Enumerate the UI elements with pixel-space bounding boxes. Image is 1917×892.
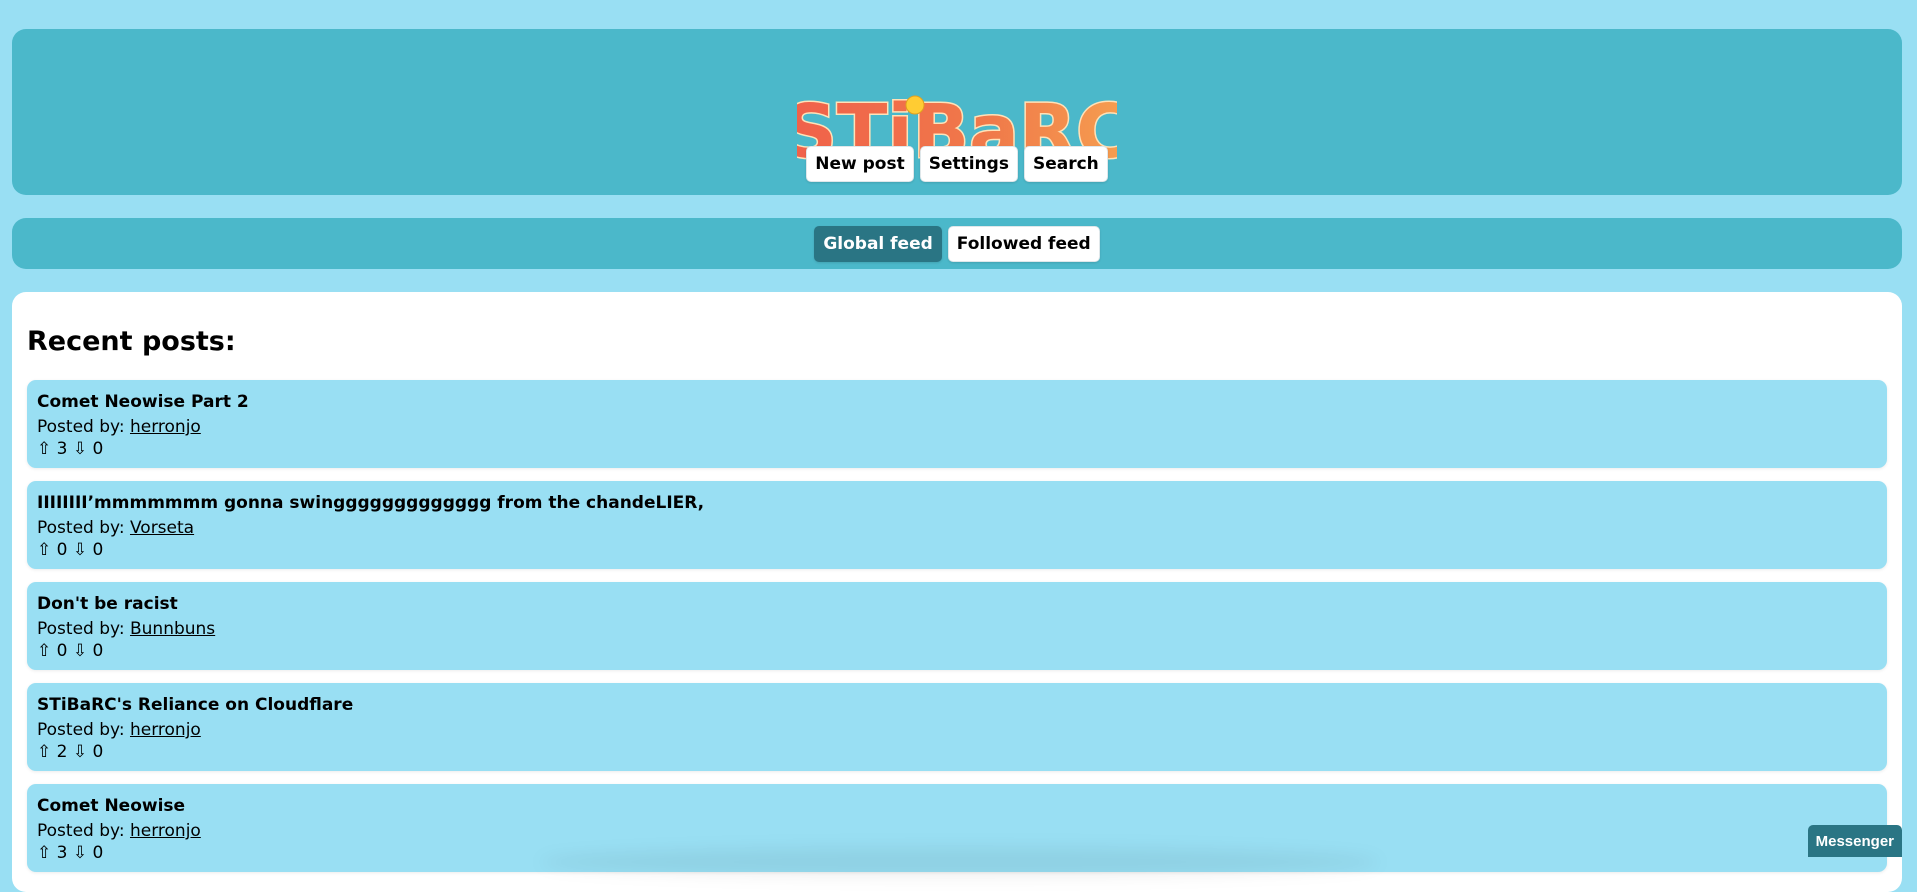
posted-by-label: Posted by: — [37, 821, 125, 841]
downvote-icon: ⇩ — [72, 439, 88, 459]
author-link[interactable]: Vorseta — [130, 518, 194, 538]
main-content: Recent posts: Comet Neowise Part 2 Poste… — [12, 292, 1902, 892]
tab-followed-feed[interactable]: Followed feed — [947, 225, 1100, 262]
upvote-count: 0 — [56, 540, 68, 560]
posted-by-label: Posted by: — [37, 720, 125, 740]
downvote-icon: ⇩ — [72, 641, 88, 661]
upvote-icon: ⇧ — [37, 641, 52, 661]
post-title[interactable]: STiBaRC's Reliance on Cloudflare — [37, 694, 1877, 718]
posted-by-label: Posted by: — [37, 619, 125, 639]
post-title[interactable]: Don't be racist — [37, 593, 1877, 617]
posted-by-label: Posted by: — [37, 417, 125, 437]
tab-global-feed[interactable]: Global feed — [814, 225, 942, 262]
downvote-icon: ⇩ — [72, 843, 88, 863]
site-header: STiBaRC New post Settings Search — [12, 29, 1902, 195]
post-author: Posted by: herronjo — [37, 416, 1877, 438]
post-card[interactable]: Don't be racist Posted by: Bunnbuns ⇧ 0 … — [27, 582, 1887, 670]
downvote-count: 0 — [92, 439, 104, 459]
upvote-icon: ⇧ — [37, 843, 52, 863]
messenger-button[interactable]: Messenger — [1807, 825, 1902, 857]
bottom-shadow — [540, 847, 1380, 877]
post-list: Comet Neowise Part 2 Posted by: herronjo… — [27, 380, 1887, 885]
post-card[interactable]: STiBaRC's Reliance on Cloudflare Posted … — [27, 683, 1887, 771]
post-author: Posted by: Vorseta — [37, 517, 1877, 539]
post-author: Posted by: Bunnbuns — [37, 618, 1877, 640]
author-link[interactable]: herronjo — [130, 417, 201, 437]
settings-button[interactable]: Settings — [919, 146, 1018, 182]
downvote-count: 0 — [92, 843, 104, 863]
header-nav: New post Settings Search — [12, 146, 1902, 182]
upvote-count: 2 — [56, 742, 68, 762]
post-votes: ⇧ 3 ⇩ 0 — [37, 438, 1877, 460]
upvote-count: 3 — [56, 439, 68, 459]
upvote-count: 0 — [56, 641, 68, 661]
downvote-icon: ⇩ — [72, 540, 88, 560]
downvote-count: 0 — [92, 641, 104, 661]
downvote-icon: ⇩ — [72, 742, 88, 762]
post-title[interactable]: Comet Neowise Part 2 — [37, 391, 1877, 415]
author-link[interactable]: Bunnbuns — [130, 619, 215, 639]
post-votes: ⇧ 2 ⇩ 0 — [37, 741, 1877, 763]
author-link[interactable]: herronjo — [130, 821, 201, 841]
post-votes: ⇧ 0 ⇩ 0 — [37, 640, 1877, 662]
post-author: Posted by: herronjo — [37, 820, 1877, 842]
search-button[interactable]: Search — [1023, 146, 1108, 182]
posted-by-label: Posted by: — [37, 518, 125, 538]
post-votes: ⇧ 0 ⇩ 0 — [37, 539, 1877, 561]
author-link[interactable]: herronjo — [130, 720, 201, 740]
page-title: Recent posts: — [27, 326, 236, 357]
new-post-button[interactable]: New post — [806, 146, 914, 182]
downvote-count: 0 — [92, 540, 104, 560]
feed-tabs: Global feed Followed feed — [12, 218, 1902, 269]
upvote-count: 3 — [56, 843, 68, 863]
upvote-icon: ⇧ — [37, 540, 52, 560]
post-card[interactable]: IIIIIIII’mmmmmmm gonna swinggggggggggggg… — [27, 481, 1887, 569]
post-title[interactable]: Comet Neowise — [37, 795, 1877, 819]
post-title[interactable]: IIIIIIII’mmmmmmm gonna swinggggggggggggg… — [37, 492, 1877, 516]
post-author: Posted by: herronjo — [37, 719, 1877, 741]
upvote-icon: ⇧ — [37, 742, 52, 762]
post-card[interactable]: Comet Neowise Part 2 Posted by: herronjo… — [27, 380, 1887, 468]
downvote-count: 0 — [92, 742, 104, 762]
wink-emoji-icon — [905, 95, 925, 115]
upvote-icon: ⇧ — [37, 439, 52, 459]
